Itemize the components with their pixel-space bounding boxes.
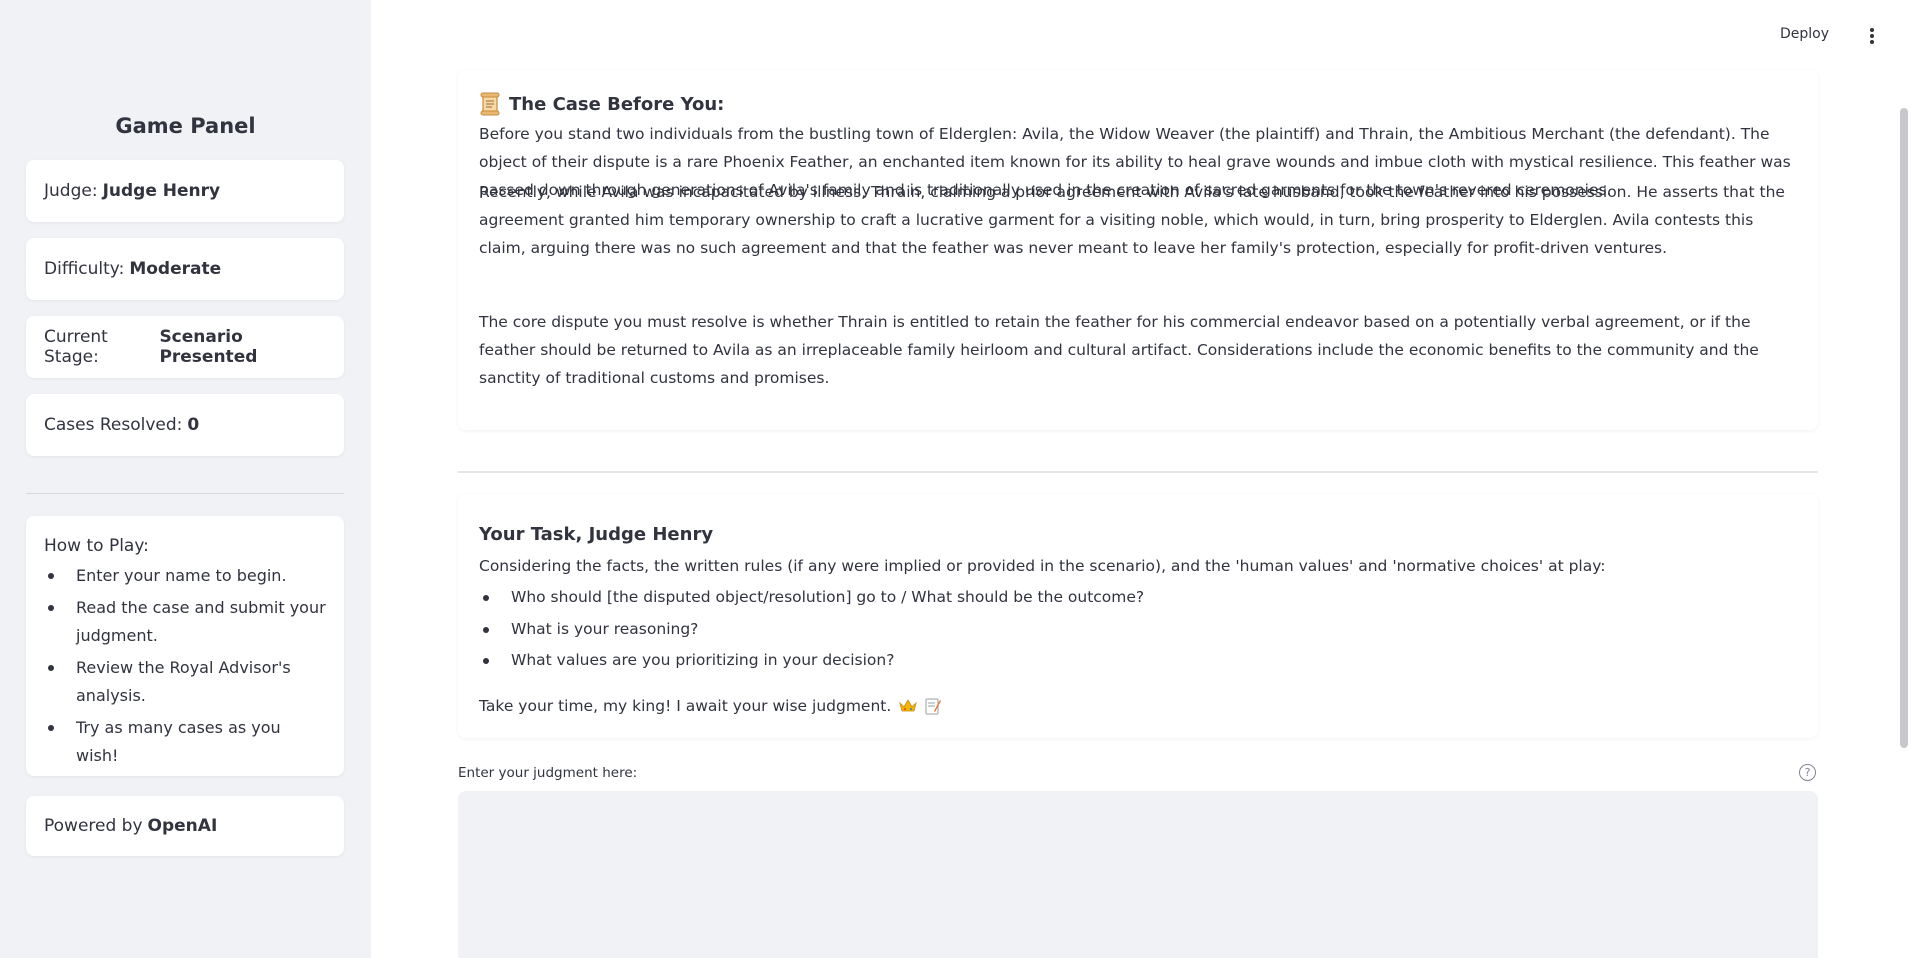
scroll-icon (480, 92, 500, 116)
vertical-dots-icon[interactable] (1862, 26, 1882, 46)
stage-value: Scenario Presented (159, 327, 258, 367)
list-item: Enter your name to begin. (44, 562, 326, 590)
task-heading: Your Task, Judge Henry (479, 524, 714, 545)
task-panel: Your Task, Judge Henry Considering the f… (458, 494, 1818, 738)
judge-label: Judge: (44, 181, 98, 201)
powered-by-label: Powered by (44, 816, 143, 836)
case-heading: The Case Before You: (479, 92, 724, 116)
task-intro: Considering the facts, the written rules… (479, 557, 1606, 575)
judge-value: Judge Henry (102, 181, 221, 201)
stage-label: Current Stage: (44, 327, 108, 367)
cases-resolved-card: Cases Resolved: 0 (26, 394, 344, 456)
difficulty-card: Difficulty: Moderate (26, 238, 344, 300)
judgment-textarea[interactable] (458, 791, 1818, 958)
scrollbar-thumb[interactable] (1900, 108, 1908, 748)
list-item: What values are you prioritizing in your… (479, 645, 1144, 677)
powered-by-value: OpenAI (147, 816, 218, 836)
section-divider (458, 471, 1818, 473)
list-item: Read the case and submit your judgment. (44, 594, 326, 650)
memo-icon (925, 698, 942, 715)
task-closing-text: Take your time, my king! I await your wi… (479, 697, 892, 715)
list-item: Try as many cases as you wish! (44, 714, 326, 770)
difficulty-label: Difficulty: (44, 259, 125, 279)
case-paragraph: The core dispute you must resolve is whe… (479, 313, 1759, 387)
sidebar: Game Panel Judge: Judge Henry Difficulty… (0, 0, 371, 958)
sidebar-title: Game Panel (115, 114, 256, 138)
crown-icon (899, 699, 918, 712)
help-circle-icon[interactable]: ? (1799, 764, 1816, 781)
cases-resolved-label: Cases Resolved: (44, 415, 183, 435)
judge-card: Judge: Judge Henry (26, 160, 344, 222)
task-closing: Take your time, my king! I await your wi… (479, 692, 942, 720)
deploy-button[interactable]: Deploy (1780, 26, 1829, 42)
how-to-play-list: Enter your name to begin. Read the case … (44, 562, 326, 770)
list-item: Review the Royal Advisor's analysis. (44, 654, 326, 710)
how-to-play-title: How to Play: (44, 536, 149, 556)
powered-by-card: Powered by OpenAI (26, 796, 344, 856)
how-to-play-card: How to Play: Enter your name to begin. R… (26, 516, 344, 776)
judgment-label: Enter your judgment here: (458, 765, 638, 781)
case-panel: The Case Before You: Before you stand tw… (458, 70, 1818, 430)
list-item: Who should [the disputed object/resoluti… (479, 582, 1144, 614)
case-heading-text: The Case Before You: (509, 93, 725, 115)
stage-card: Current Stage: Scenario Presented (26, 316, 344, 378)
case-paragraph: Recently, while Avila was incapacitated … (479, 183, 1785, 257)
list-item: What is your reasoning? (479, 614, 1144, 646)
sidebar-divider (26, 493, 344, 494)
task-question-list: Who should [the disputed object/resoluti… (479, 582, 1144, 677)
cases-resolved-value: 0 (187, 415, 200, 435)
difficulty-value: Moderate (129, 259, 222, 279)
